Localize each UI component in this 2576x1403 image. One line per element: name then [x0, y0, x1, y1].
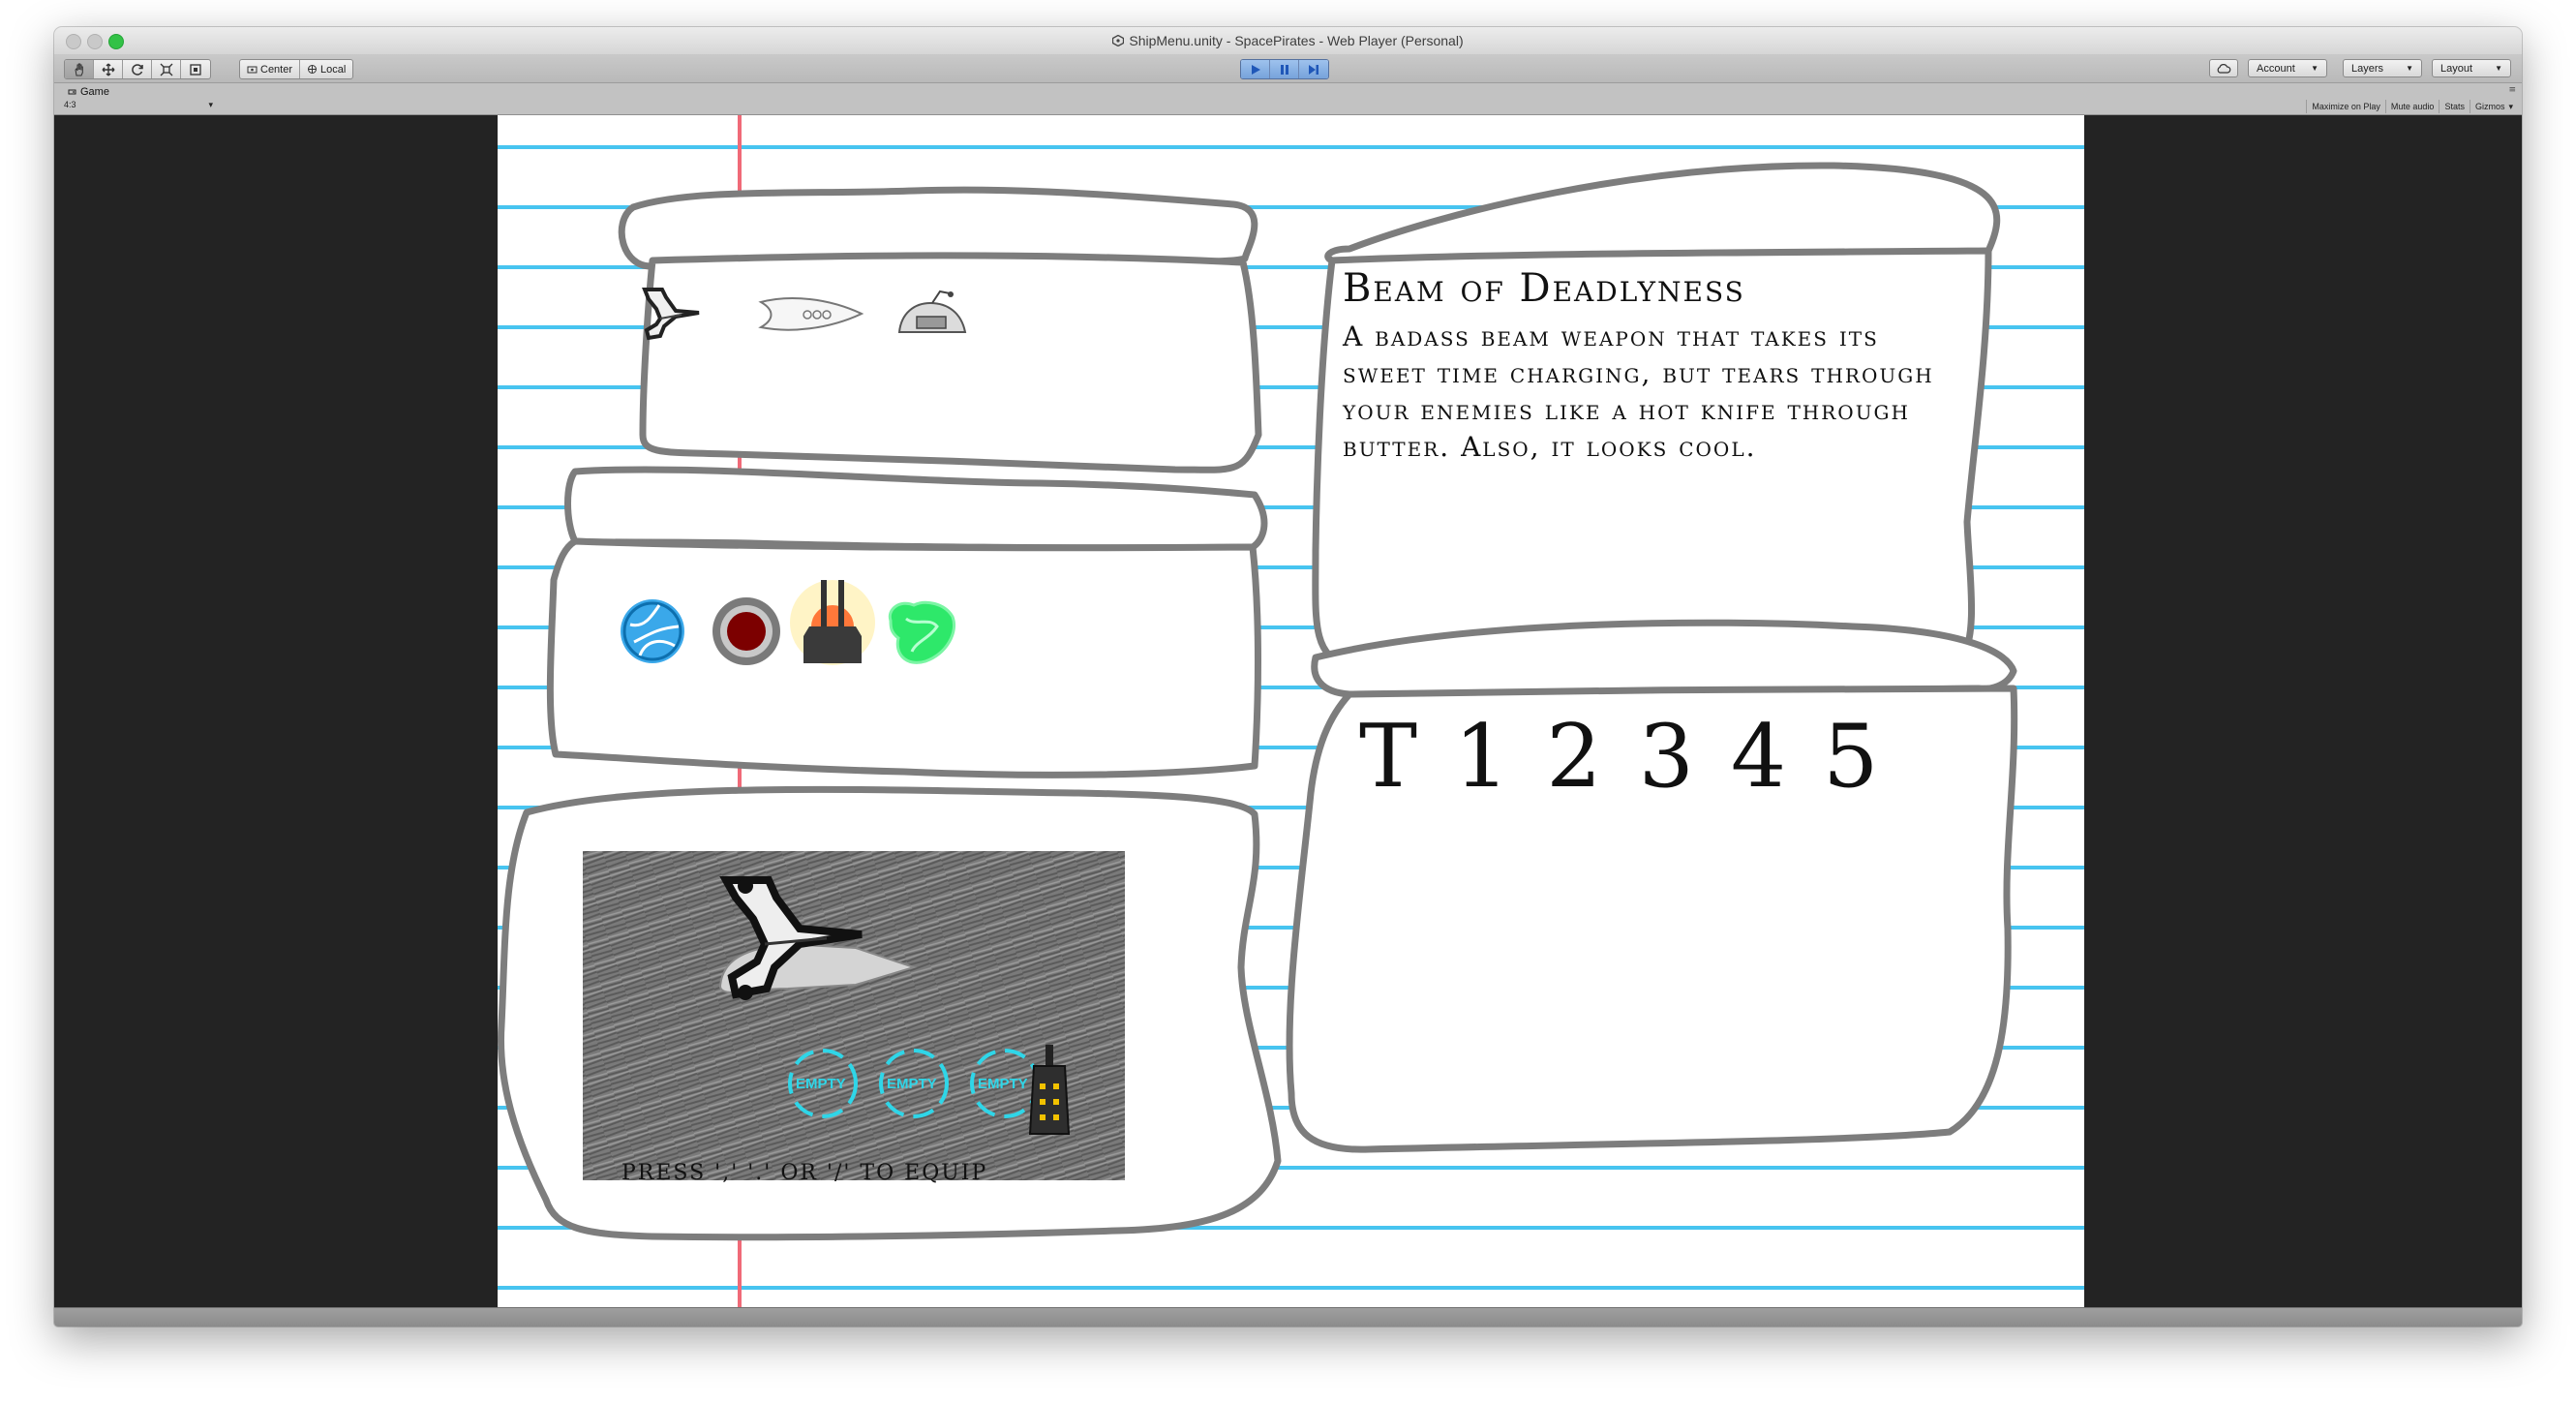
rect-tool-button[interactable] [181, 60, 210, 78]
item-title: Beam of Deadlyness [1343, 266, 1745, 311]
status-bar [54, 1307, 2522, 1327]
chevron-down-icon: ▾ [2508, 101, 2513, 111]
gizmos-dropdown[interactable]: Gizmos ▾ [2469, 100, 2518, 113]
pivot-toggles: Center Local [239, 59, 354, 79]
account-label: Account [2257, 62, 2295, 75]
item-description: A badass beam weapon that takes its swee… [1343, 320, 1934, 463]
game-view: EMPTY EMPTY EMPTY PRESS ',' '.' OR '/' T… [54, 115, 2522, 1307]
layers-label: Layers [2351, 62, 2384, 75]
scale-icon [160, 63, 172, 76]
ability-slot-3[interactable]: 3 [1639, 706, 1694, 808]
rotate-icon [131, 63, 143, 76]
window-titlebar: ShipMenu.unity - SpacePirates - Web Play… [54, 27, 2522, 55]
maximize-on-play-toggle[interactable]: Maximize on Play [2306, 100, 2385, 113]
chevron-down-icon: ▼ [2406, 64, 2413, 73]
ability-slot-4[interactable]: 4 [1731, 706, 1786, 808]
game-view-options: Maximize on Play Mute audio Stats Gizmos… [2306, 100, 2518, 113]
rotate-tool-button[interactable] [123, 60, 152, 78]
cloud-services-button[interactable] [2209, 59, 2238, 77]
scale-tool-button[interactable] [152, 60, 181, 78]
ability-slot-row: T 1 2 3 4 5 [1359, 706, 1878, 808]
pivot-center-toggle[interactable]: Center [240, 60, 301, 78]
chevron-down-icon: ▼ [2495, 64, 2502, 73]
equip-slot-2-label: EMPTY [887, 1076, 937, 1092]
pause-button[interactable] [1270, 60, 1299, 78]
game-tab-bar: Game ≡ 4:3 ▾ Maximize on Play Mute audio… [54, 83, 2522, 115]
unity-window: ShipMenu.unity - SpacePirates - Web Play… [54, 27, 2522, 1327]
main-toolbar: Center Local Account ▼ Layers ▼ Layout ▼ [54, 54, 2522, 83]
play-button[interactable] [1241, 60, 1270, 78]
transform-tools [64, 59, 211, 79]
rect-tool-icon [190, 63, 201, 76]
layout-dropdown[interactable]: Layout ▼ [2432, 59, 2511, 77]
ability-slot-5[interactable]: 5 [1823, 706, 1878, 808]
ability-slot-1[interactable]: 1 [1454, 706, 1509, 808]
equip-hint: PRESS ',' '.' OR '/' TO EQUIP [621, 1161, 988, 1185]
account-dropdown[interactable]: Account ▼ [2248, 59, 2327, 77]
move-tool-button[interactable] [94, 60, 123, 78]
move-arrows-icon [102, 63, 114, 76]
shield-orb-icon[interactable] [621, 599, 684, 663]
gizmos-label: Gizmos [2474, 102, 2505, 111]
pivot-space-toggle[interactable]: Local [300, 60, 352, 78]
stats-toggle[interactable]: Stats [2439, 100, 2470, 113]
ability-slot-panel [1286, 619, 2018, 1153]
playmode-controls [1240, 59, 1329, 79]
hand-icon [74, 63, 83, 76]
game-tab-label: Game [80, 85, 109, 98]
play-icon [1251, 64, 1260, 75]
game-controller-icon [68, 89, 76, 95]
pivot-center-label: Center [260, 63, 293, 76]
local-space-icon [308, 65, 318, 74]
unity-scene-icon [1112, 35, 1125, 46]
equip-slot-3-label: EMPTY [978, 1076, 1028, 1092]
window-title: ShipMenu.unity - SpacePirates - Web Play… [54, 33, 2522, 48]
aspect-label: 4:3 [64, 100, 76, 109]
ability-slot-t[interactable]: T [1359, 706, 1417, 808]
window-title-text: ShipMenu.unity - SpacePirates - Web Play… [1129, 33, 1464, 48]
pivot-space-label: Local [320, 63, 347, 76]
pause-icon [1280, 64, 1288, 75]
red-core-icon[interactable] [712, 597, 780, 665]
mute-audio-toggle[interactable]: Mute audio [2384, 100, 2440, 113]
aspect-dropdown[interactable]: 4:3 ▾ [60, 100, 217, 112]
pivot-center-icon [247, 66, 258, 74]
chevron-down-icon: ▼ [2311, 64, 2318, 73]
step-icon [1309, 64, 1318, 75]
beam-turret-icon[interactable] [790, 580, 875, 665]
chevron-down-icon: ▾ [208, 100, 213, 109]
game-tab[interactable]: Game [60, 84, 117, 99]
notebook-paper: EMPTY EMPTY EMPTY PRESS ',' '.' OR '/' T… [498, 115, 2084, 1307]
equip-slot-1-label: EMPTY [796, 1076, 846, 1092]
hand-tool-button[interactable] [65, 60, 94, 78]
ability-slot-2[interactable]: 2 [1546, 706, 1601, 808]
step-button[interactable] [1299, 60, 1328, 78]
layout-label: Layout [2440, 62, 2473, 75]
tab-menu-icon[interactable]: ≡ [2508, 85, 2516, 95]
cloud-icon [2217, 63, 2231, 74]
layers-dropdown[interactable]: Layers ▼ [2343, 59, 2422, 77]
